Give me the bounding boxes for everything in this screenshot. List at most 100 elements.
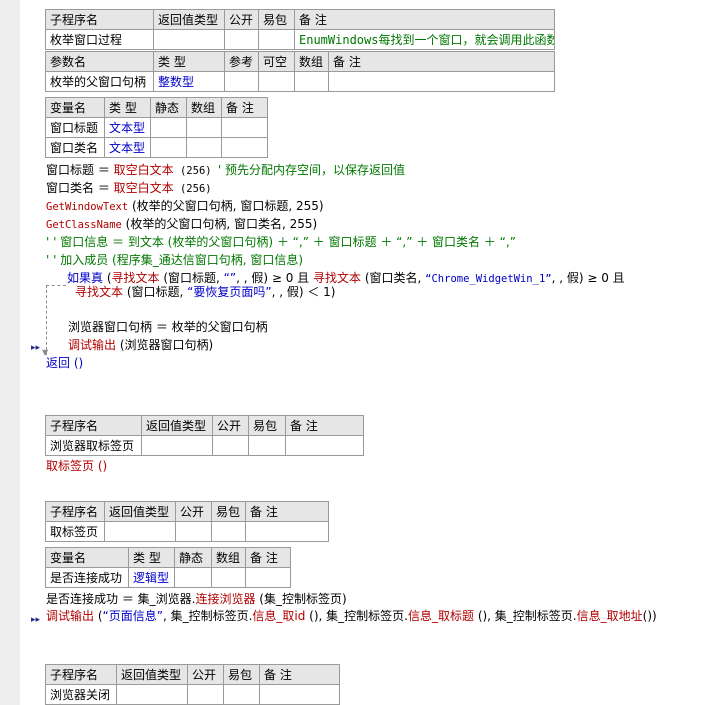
code-line[interactable]: 窗口标题 ＝ 取空白文本 (256) ' 预先分配内存空间，以保存返回值	[46, 162, 405, 179]
function-name: 调试输出	[46, 609, 95, 623]
function-name: GetClassName	[46, 219, 122, 231]
col-ref: 参考	[224, 51, 259, 72]
code-line[interactable]: 是否连接成功 ＝ 集_浏览器.连接浏览器 (集_控制标签页)	[46, 591, 347, 607]
var-static-cell[interactable]	[174, 567, 212, 588]
code-text: (	[103, 271, 112, 285]
public-cell[interactable]	[175, 521, 212, 542]
var-static-cell[interactable]	[150, 137, 187, 158]
public-cell[interactable]	[224, 29, 259, 50]
breakpoint-arrow-icon: ▸▸	[31, 615, 41, 625]
sub-table-browser-get-tab: 子程序名 返回值类型 公开 易包 备 注 浏览器取标签页	[45, 415, 364, 456]
var-type-cell[interactable]: 逻辑型	[128, 567, 175, 588]
note-cell[interactable]	[245, 521, 329, 542]
var-note-cell[interactable]	[245, 567, 291, 588]
string-literal: “要恢复页面吗”	[187, 285, 272, 299]
col-return-type: 返回值类型	[153, 9, 225, 30]
var-array-cell[interactable]	[211, 567, 246, 588]
code-text: 窗口类名 ＝	[46, 181, 114, 195]
sub-table-get-tab: 子程序名 返回值类型 公开 易包 备 注 取标签页	[45, 501, 329, 542]
code-line[interactable]: GetClassName (枚举的父窗口句柄, 窗口类名, 255)	[46, 216, 317, 233]
col-note: 备 注	[259, 664, 340, 685]
return-type-cell[interactable]	[141, 435, 213, 456]
col-public: 公开	[212, 415, 249, 436]
code-line[interactable]: 浏览器窗口句柄 ＝ 枚举的父窗口句柄	[68, 319, 268, 335]
col-sub-name: 子程序名	[45, 501, 105, 522]
var-name-cell[interactable]: 是否连接成功	[45, 567, 129, 588]
code-text: 是否连接成功 ＝ 集_浏览器.	[46, 592, 196, 606]
code-line[interactable]: GetWindowText (枚举的父窗口句柄, 窗口标题, 255)	[46, 198, 324, 215]
flow-guide	[46, 285, 47, 355]
code-text: (), 集_控制标签页.	[305, 609, 408, 623]
col-note: 备 注	[285, 415, 364, 436]
var-name-cell[interactable]: 窗口类名	[45, 137, 105, 158]
param-nullable-cell[interactable]	[258, 71, 295, 92]
code-text: (窗口类名,	[361, 271, 426, 285]
var-note-cell[interactable]	[221, 117, 268, 138]
code-line[interactable]: 窗口类名 ＝ 取空白文本 (256)	[46, 180, 212, 197]
code-line[interactable]: 调试输出 (浏览器窗口句柄)	[68, 337, 213, 353]
note-cell[interactable]	[259, 684, 340, 705]
var-array-cell[interactable]	[186, 137, 222, 158]
if-statement-continued[interactable]: 寻找文本 (窗口标题, “要恢复页面吗”, , 假) ＜ 1)	[75, 284, 335, 300]
var-static-cell[interactable]	[150, 117, 187, 138]
param-note-cell[interactable]	[328, 71, 555, 92]
col-easy-pkg: 易包	[258, 9, 295, 30]
return-type-cell[interactable]	[104, 521, 176, 542]
param-ref-cell[interactable]	[224, 71, 259, 92]
keyword: 如果真	[67, 271, 104, 285]
col-array: 数组	[186, 97, 222, 118]
code-args: (256)	[173, 165, 218, 177]
easy-pkg-cell[interactable]	[211, 521, 246, 542]
col-return-type: 返回值类型	[104, 501, 176, 522]
param-array-cell[interactable]	[294, 71, 329, 92]
var-array-cell[interactable]	[186, 117, 222, 138]
col-sub-name: 子程序名	[45, 9, 154, 30]
col-public: 公开	[187, 664, 224, 685]
col-static: 静态	[174, 547, 212, 568]
col-var-name: 变量名	[45, 547, 129, 568]
var-type-cell[interactable]: 文本型	[104, 137, 151, 158]
param-type-cell[interactable]: 整数型	[153, 71, 225, 92]
method-name: 信息_取标题	[407, 609, 474, 623]
code-line[interactable]: 调试输出 (“页面信息”, 集_控制标签页.信息_取id (), 集_控制标签页…	[46, 609, 694, 623]
sub-table-enum-window-proc: 子程序名 返回值类型 公开 易包 备 注 枚举窗口过程 EnumWindows每…	[45, 9, 555, 50]
return-statement[interactable]: 返回 ()	[46, 355, 83, 371]
var-note-cell[interactable]	[221, 137, 268, 158]
col-array: 数组	[294, 51, 329, 72]
commented-line[interactable]: ' ' 加入成员 (程序集_通达信窗口句柄, 窗口信息)	[46, 252, 303, 268]
local-var-table: 变量名 类 型 静态 数组 备 注 窗口标题 文本型 窗口类名 文本型	[45, 97, 268, 158]
note-cell[interactable]: EnumWindows每找到一个窗口，就会调用此函数	[294, 29, 555, 50]
function-name: 取空白文本	[113, 181, 174, 195]
sub-name-cell[interactable]: 枚举窗口过程	[45, 29, 154, 50]
public-cell[interactable]	[187, 684, 224, 705]
code-text: 窗口标题 ＝	[46, 163, 114, 177]
breakpoint-arrow-icon: ▸▸	[31, 343, 41, 353]
sub-name-cell[interactable]: 浏览器关闭	[45, 684, 117, 705]
commented-line[interactable]: ' ' 窗口信息 ＝ 到文本 (枚举的父窗口句柄) ＋ “,” ＋ 窗口标题 ＋…	[46, 234, 516, 250]
code-text: , 集_控制标签页.	[162, 609, 253, 623]
sub-name-cell[interactable]: 浏览器取标签页	[45, 435, 142, 456]
param-name-cell[interactable]: 枚举的父窗口句柄	[45, 71, 154, 92]
public-cell[interactable]	[212, 435, 249, 456]
sub-name-cell[interactable]: 取标签页	[45, 521, 105, 542]
code-args: (浏览器窗口句柄)	[116, 338, 214, 352]
code-args: (枚举的父窗口句柄, 窗口类名, 255)	[121, 217, 318, 231]
var-type-cell[interactable]: 文本型	[104, 117, 151, 138]
return-type-cell[interactable]	[116, 684, 188, 705]
col-nullable: 可空	[258, 51, 295, 72]
note-cell[interactable]	[285, 435, 364, 456]
var-name-cell[interactable]: 窗口标题	[45, 117, 105, 138]
easy-pkg-cell[interactable]	[223, 684, 260, 705]
code-comment: ' 预先分配内存空间，以保存返回值	[217, 163, 406, 177]
easy-pkg-cell[interactable]	[248, 435, 286, 456]
col-static: 静态	[150, 97, 187, 118]
easy-pkg-cell[interactable]	[258, 29, 295, 50]
return-type-cell[interactable]	[153, 29, 225, 50]
col-note: 备 注	[245, 501, 329, 522]
code-text: (窗口标题,	[159, 271, 224, 285]
col-type: 类 型	[128, 547, 175, 568]
col-note: 备 注	[245, 547, 291, 568]
code-line[interactable]: 取标签页 ()	[46, 458, 107, 474]
col-easy-pkg: 易包	[223, 664, 260, 685]
col-param-name: 参数名	[45, 51, 154, 72]
